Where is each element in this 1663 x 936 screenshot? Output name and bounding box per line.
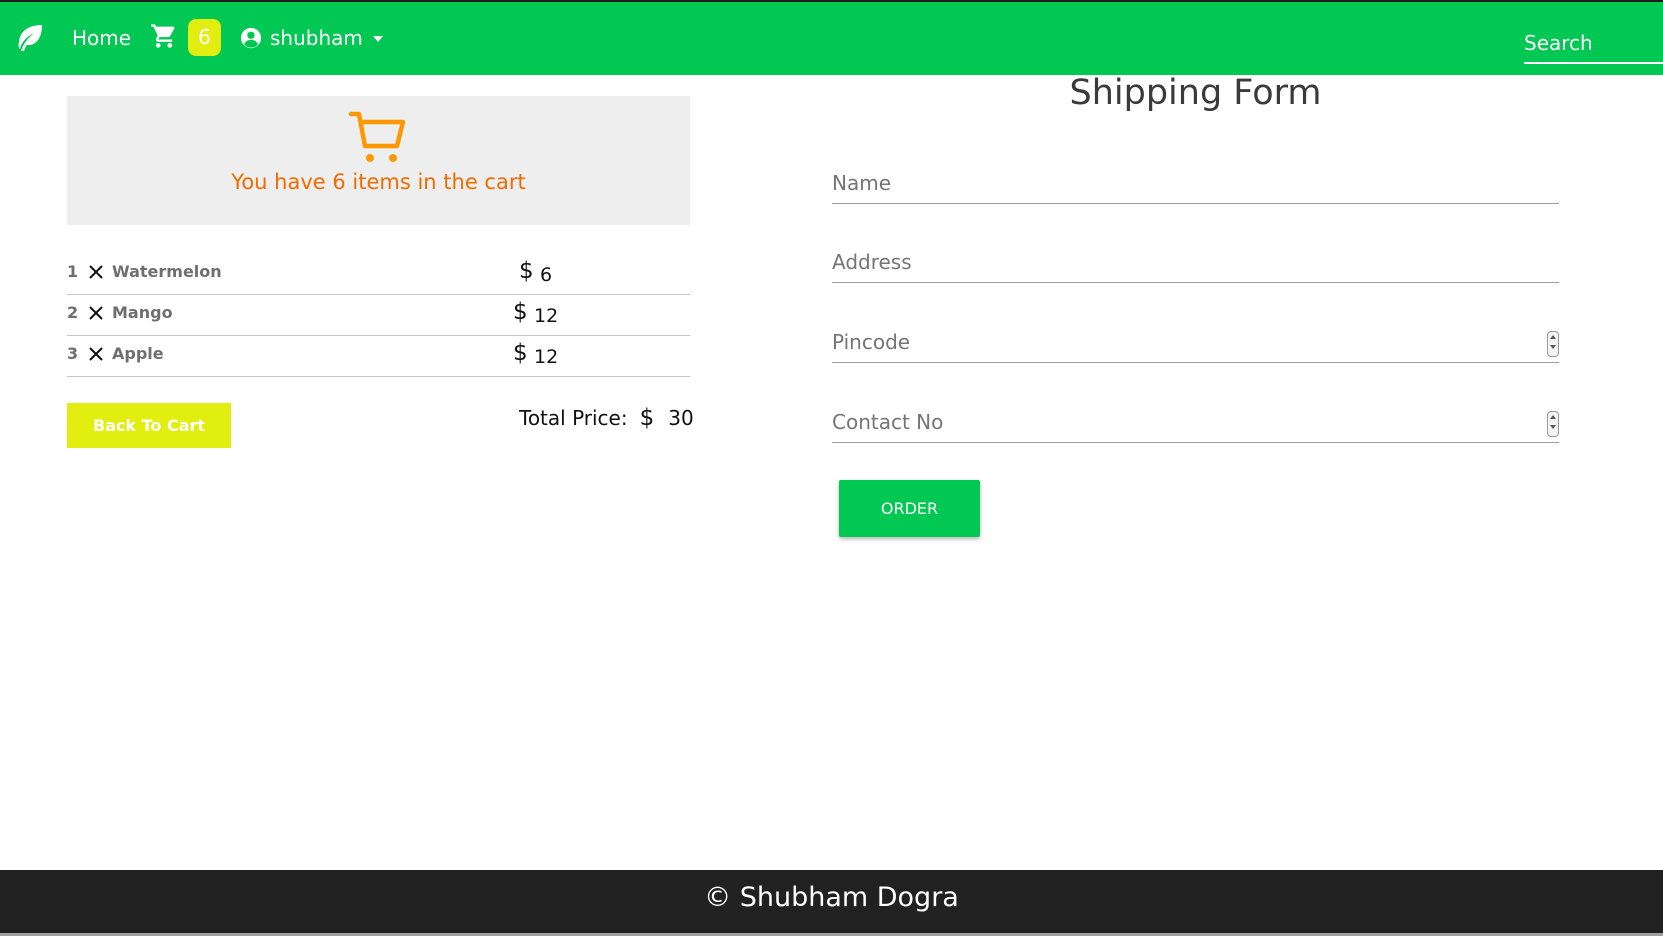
search-input[interactable]: [1524, 24, 1663, 62]
dollar-icon: $: [639, 405, 655, 431]
item-quantity: 3: [67, 344, 79, 363]
list-item: 2 Mango $ 12: [67, 295, 690, 336]
user-name: shubham: [270, 26, 363, 50]
leaf-icon[interactable]: [14, 22, 46, 54]
number-stepper[interactable]: [1547, 411, 1559, 437]
cart-item-count-message: You have 6 items in the cart: [231, 170, 526, 194]
order-button[interactable]: ORDER: [839, 480, 980, 537]
list-item: 3 Apple $ 12: [67, 336, 690, 377]
item-price: 12: [534, 346, 559, 368]
contact-no-field[interactable]: [832, 401, 1559, 442]
search-field: [1524, 24, 1663, 64]
footer: © Shubham Dogra: [0, 870, 1663, 936]
total-price-value: 30: [668, 406, 694, 430]
shopping-cart-outline-icon: [349, 111, 405, 162]
shopping-cart-icon[interactable]: [150, 22, 178, 50]
number-stepper[interactable]: [1547, 331, 1559, 357]
contact-field-wrapper: [832, 401, 1559, 443]
item-name: Apple: [112, 344, 164, 363]
nav-home-link[interactable]: Home: [72, 26, 131, 50]
list-item: 1 Watermelon $ 6: [67, 254, 690, 295]
name-field-wrapper: [832, 162, 1559, 204]
total-price: Total Price: $ 30: [519, 405, 694, 431]
pincode-field[interactable]: [832, 321, 1559, 362]
item-name: Mango: [112, 303, 173, 322]
top-navbar: Home 6 shubham: [0, 0, 1663, 75]
times-icon: [89, 265, 103, 279]
dollar-icon: $: [519, 258, 534, 284]
cart-count-badge[interactable]: 6: [188, 19, 221, 56]
times-icon: [89, 306, 103, 320]
pincode-field-wrapper: [832, 321, 1559, 363]
cart-summary-card: [67, 96, 690, 225]
item-price: 6: [540, 264, 553, 286]
times-icon: [89, 347, 103, 361]
name-field[interactable]: [832, 162, 1559, 203]
dollar-icon: $: [513, 340, 528, 366]
item-name: Watermelon: [112, 262, 222, 281]
account-circle-icon: [240, 27, 262, 49]
address-field-wrapper: [832, 241, 1559, 283]
chevron-down-icon: [372, 36, 383, 42]
cart-items-list: 1 Watermelon $ 6 2 Mango $ 12 3 Apple $ …: [67, 254, 690, 377]
total-price-label: Total Price:: [519, 406, 628, 430]
item-quantity: 2: [67, 303, 79, 322]
item-price: 12: [534, 305, 559, 327]
back-to-cart-button[interactable]: Back To Cart: [67, 403, 231, 448]
user-menu-dropdown[interactable]: shubham: [240, 24, 383, 52]
item-quantity: 1: [67, 262, 79, 281]
dollar-icon: $: [513, 299, 528, 325]
address-field[interactable]: [832, 241, 1559, 282]
shipping-form-title: Shipping Form: [1069, 73, 1322, 113]
footer-copyright: © Shubham Dogra: [704, 882, 959, 913]
